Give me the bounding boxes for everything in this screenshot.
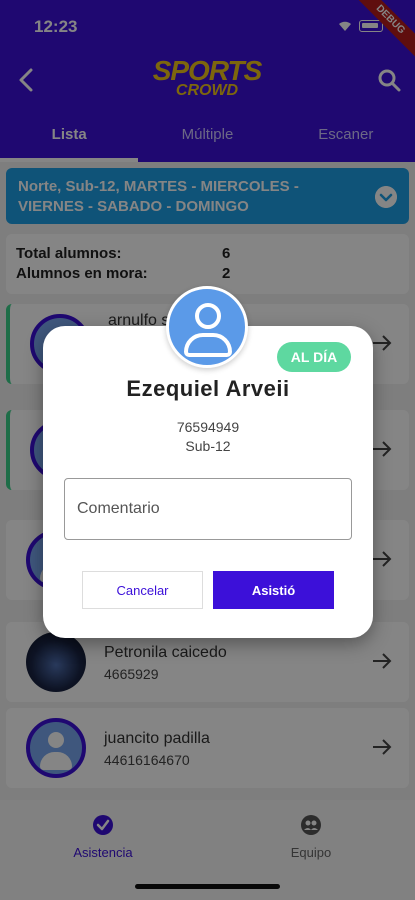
student-name-title: Ezequiel Arveii [126, 376, 290, 401]
student-id: 76594949 [176, 419, 240, 435]
comment-input[interactable] [64, 478, 352, 540]
status-badge: AL DÍA [277, 342, 351, 372]
cancel-button[interactable]: Cancelar [82, 571, 203, 609]
confirm-attendance-button[interactable]: Asistió [213, 571, 334, 609]
attendance-dialog: AL DÍA Ezequiel Arveii 76594949 Sub-12 C… [43, 326, 373, 638]
student-category: Sub-12 [185, 438, 231, 454]
student-avatar-icon [166, 286, 248, 368]
